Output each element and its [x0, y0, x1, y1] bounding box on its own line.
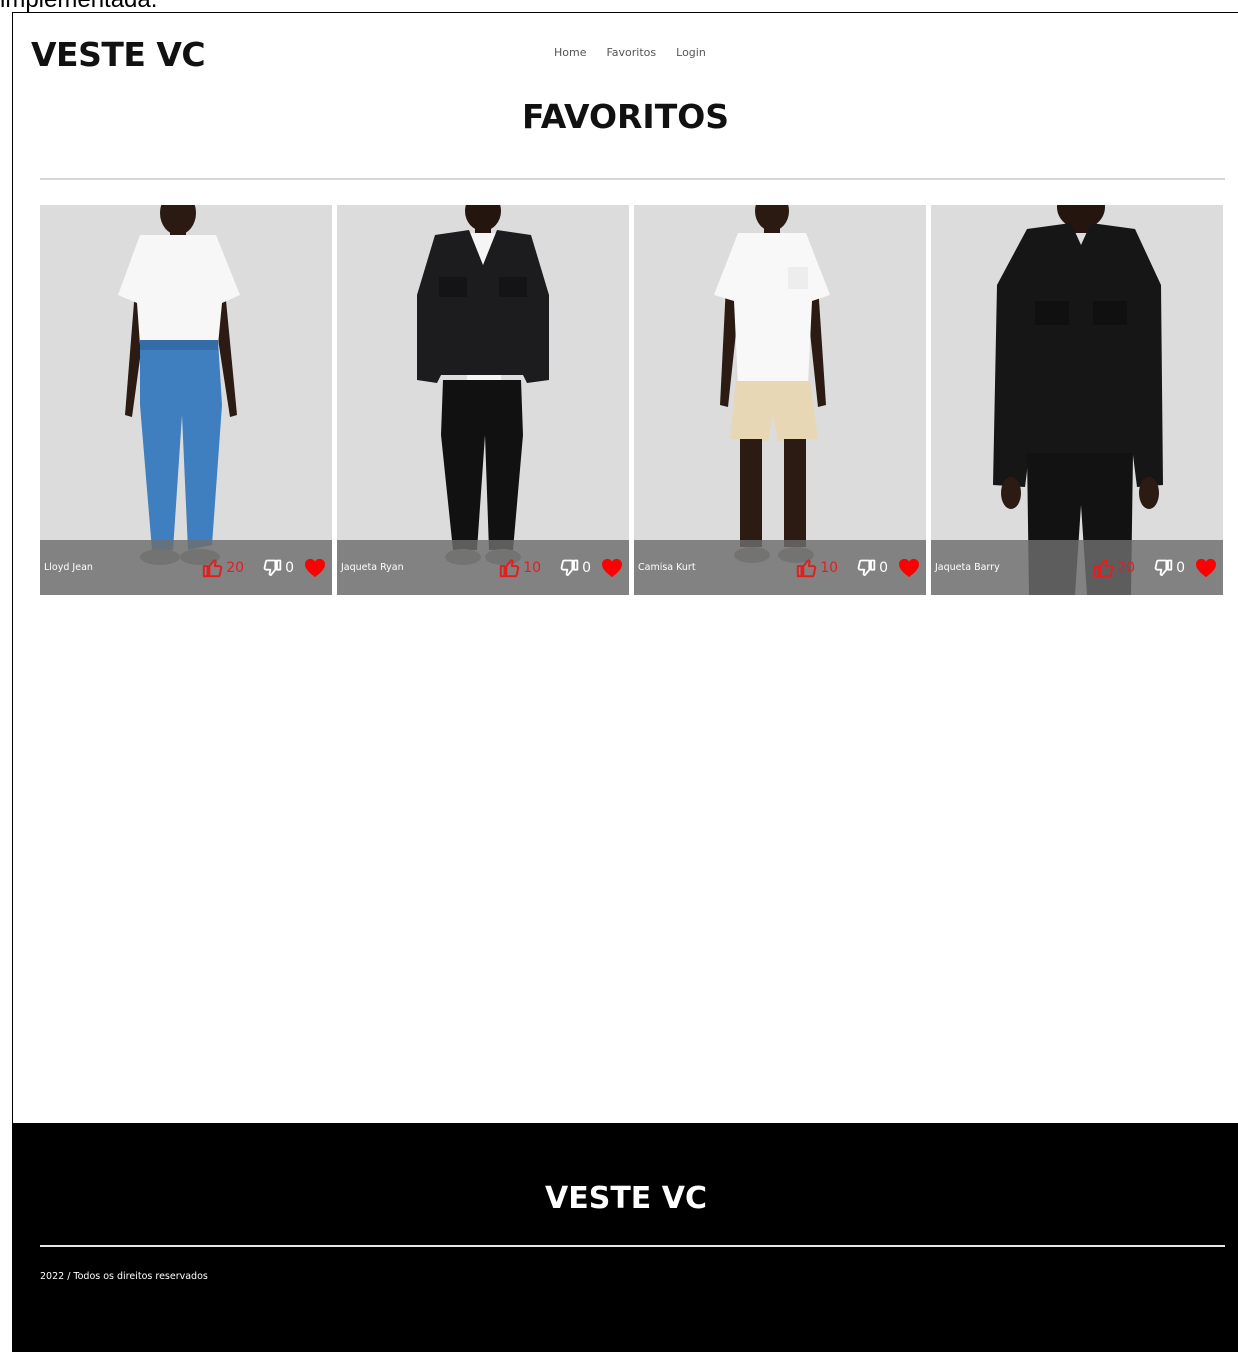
- footer-copyright: 2022 / Todos os direitos reservados: [40, 1271, 208, 1282]
- thumbs-down-icon: [560, 559, 579, 576]
- heart-icon[interactable]: [601, 558, 623, 578]
- brand-logo[interactable]: VESTE VC: [31, 35, 206, 74]
- product-card[interactable]: Jaqueta Ryan 10 0: [337, 205, 629, 595]
- like-button[interactable]: 10: [796, 557, 838, 579]
- nav-favoritos-link[interactable]: Favoritos: [606, 46, 656, 59]
- dislike-button[interactable]: 0: [559, 558, 591, 578]
- like-button[interactable]: 20: [202, 557, 244, 579]
- product-photo: [634, 205, 926, 595]
- like-button[interactable]: 20: [1093, 557, 1135, 579]
- main-nav: Home Favoritos Login: [554, 46, 706, 59]
- thumbs-down-icon: [857, 559, 876, 576]
- like-count: 10: [523, 559, 542, 576]
- dislike-count: 0: [879, 559, 888, 576]
- product-card[interactable]: Camisa Kurt 10 0: [634, 205, 926, 595]
- favorites-grid: Lloyd Jean 20 0 Jaqueta Ryan 10 0 Camisa…: [40, 205, 1226, 595]
- product-card[interactable]: Jaqueta Barry 20 0: [931, 205, 1223, 595]
- thumbs-down-icon: [263, 559, 282, 576]
- like-count: 20: [1117, 559, 1136, 576]
- dislike-button[interactable]: 0: [262, 558, 294, 578]
- heart-icon[interactable]: [304, 558, 326, 578]
- dislike-button[interactable]: 0: [856, 558, 888, 578]
- product-photo: [40, 205, 332, 595]
- heart-icon[interactable]: [898, 558, 920, 578]
- like-button[interactable]: 10: [499, 557, 541, 579]
- product-card[interactable]: Lloyd Jean 20 0: [40, 205, 332, 595]
- product-name: Camisa Kurt: [638, 562, 696, 573]
- page-frame: VESTE VC Home Favoritos Login FAVORITOS: [12, 12, 1238, 1352]
- dislike-count: 0: [285, 559, 294, 576]
- footer-brand: VESTE VC: [545, 1181, 707, 1216]
- product-photo: [337, 205, 629, 595]
- product-info-bar: Jaqueta Barry 20 0: [931, 540, 1223, 595]
- product-name: Lloyd Jean: [44, 562, 93, 573]
- thumbs-up-icon: [500, 558, 520, 577]
- product-info-bar: Jaqueta Ryan 10 0: [337, 540, 629, 595]
- thumbs-up-icon: [1094, 558, 1114, 577]
- product-photo: [931, 205, 1223, 595]
- like-count: 10: [820, 559, 839, 576]
- product-info-bar: Camisa Kurt 10 0: [634, 540, 926, 595]
- thumbs-up-icon: [203, 558, 223, 577]
- page-title: FAVORITOS: [521, 97, 730, 136]
- footer-divider: [40, 1245, 1225, 1247]
- footer: VESTE VC 2022 / Todos os direitos reserv…: [13, 1123, 1238, 1352]
- thumbs-up-icon: [797, 558, 817, 577]
- nav-login-link[interactable]: Login: [676, 46, 706, 59]
- divider: [40, 178, 1225, 180]
- dislike-button[interactable]: 0: [1153, 558, 1185, 578]
- dislike-count: 0: [1176, 559, 1185, 576]
- thumbs-down-icon: [1154, 559, 1173, 576]
- product-info-bar: Lloyd Jean 20 0: [40, 540, 332, 595]
- heart-icon[interactable]: [1195, 558, 1217, 578]
- dislike-count: 0: [582, 559, 591, 576]
- like-count: 20: [226, 559, 245, 576]
- product-name: Jaqueta Ryan: [341, 562, 404, 573]
- product-name: Jaqueta Barry: [935, 562, 1000, 573]
- nav-home-link[interactable]: Home: [554, 46, 586, 59]
